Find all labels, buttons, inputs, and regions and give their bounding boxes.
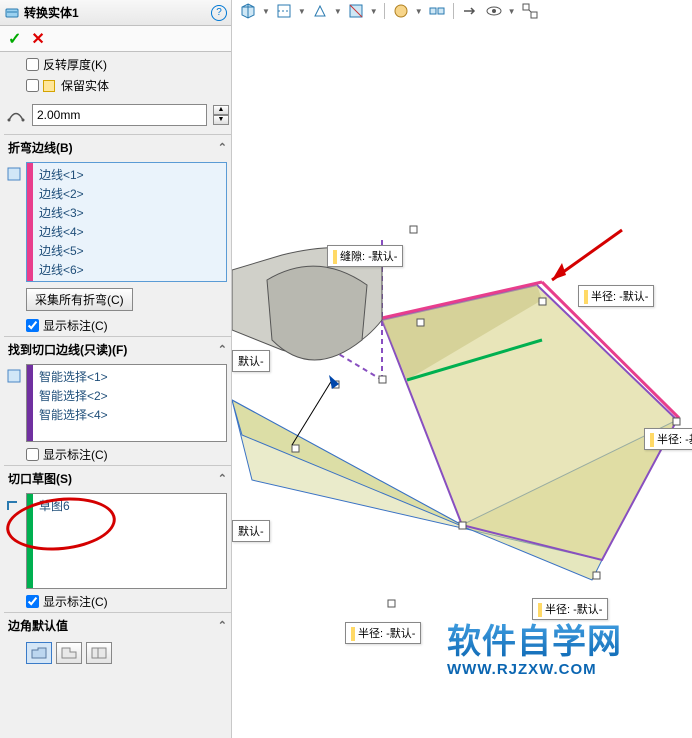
bend-edges-title: 折弯边线(B) — [8, 139, 73, 156]
list-item[interactable]: 智能选择<4> — [35, 405, 224, 424]
rip-sketch-list[interactable]: 草图6 — [26, 493, 227, 589]
rip-sketch-header[interactable]: 切口草图(S) ⌃ — [4, 465, 231, 491]
thickness-input[interactable] — [32, 104, 207, 126]
keep-solid-row: 保留实体 — [4, 75, 231, 96]
spin-up[interactable]: ▲ — [213, 105, 229, 115]
sketch-show-callout-row: 显示标注(C) — [4, 591, 231, 612]
help-icon[interactable]: ? — [211, 5, 227, 21]
ok-button[interactable]: ✓ — [8, 29, 21, 49]
rip-edges-title: 找到切口边线(只读)(F) — [8, 341, 127, 358]
rip-show-callout-row: 显示标注(C) — [4, 444, 231, 465]
corner-defaults-header[interactable]: 边角默认值 ⌃ — [4, 612, 231, 638]
list-item[interactable]: 边线<4> — [35, 222, 224, 241]
callout-default-1[interactable]: 默认- — [232, 350, 270, 372]
list-item[interactable]: 边线<1> — [35, 165, 224, 184]
rip-edges-list[interactable]: 智能选择<1> 智能选择<2> 智能选择<4> — [26, 364, 227, 442]
sketch-show-callout-checkbox[interactable] — [26, 595, 39, 608]
keep-solid-color-icon — [43, 80, 55, 92]
bend-items: 边线<1> 边线<2> 边线<3> 边线<4> 边线<5> 边线<6> — [33, 163, 226, 281]
list-item[interactable]: 边线<6> — [35, 260, 224, 279]
thickness-icon — [6, 105, 26, 125]
sketch-show-callout-label: 显示标注(C) — [43, 593, 108, 610]
callout-gap[interactable]: 缝隙: -默认- — [327, 245, 403, 267]
callout-radius-bl[interactable]: 半径: -默认- — [345, 622, 421, 644]
chevron-up-icon: ⌃ — [218, 141, 227, 154]
bend-show-callout-checkbox[interactable] — [26, 319, 39, 332]
thickness-row: ▲ ▼ — [4, 100, 231, 130]
model-canvas[interactable] — [232, 0, 692, 738]
rip-show-callout-checkbox[interactable] — [26, 448, 39, 461]
sketch-items: 草图6 — [33, 494, 226, 588]
keep-solid-checkbox[interactable] — [26, 79, 39, 92]
reverse-thickness-row: 反转厚度(K) — [4, 54, 231, 75]
rip-edges-list-icon — [5, 367, 23, 385]
corner-row — [4, 638, 231, 668]
list-item[interactable]: 草图6 — [35, 496, 224, 515]
panel-scroll[interactable]: 反转厚度(K) 保留实体 ▲ ▼ 折弯边线(B) ⌃ 边线<1> 边线<2> — [0, 52, 231, 738]
corner-type-3[interactable] — [86, 642, 112, 664]
list-item[interactable]: 边线<3> — [35, 203, 224, 222]
corner-defaults-title: 边角默认值 — [8, 617, 68, 634]
chevron-up-icon: ⌃ — [218, 343, 227, 356]
rip-sketch-list-icon — [5, 496, 23, 514]
callout-default-2[interactable]: 默认- — [232, 520, 270, 542]
list-item[interactable]: 边线<5> — [35, 241, 224, 260]
bend-edges-header[interactable]: 折弯边线(B) ⌃ — [4, 134, 231, 160]
confirm-row: ✓ ✕ — [0, 26, 231, 52]
list-item[interactable]: 智能选择<1> — [35, 367, 224, 386]
bend-show-callout-row: 显示标注(C) — [4, 315, 231, 336]
list-item[interactable]: 边线<2> — [35, 184, 224, 203]
chevron-up-icon: ⌃ — [218, 619, 227, 632]
collect-bends-button[interactable]: 采集所有折弯(C) — [26, 288, 133, 311]
reverse-thickness-label: 反转厚度(K) — [43, 56, 107, 73]
feature-header: 转换实体1 ? — [0, 0, 231, 26]
graphics-viewport[interactable]: ▼ ▼ ▼ ▼ ▼ ▼ — [232, 0, 692, 738]
list-item[interactable]: 智能选择<2> — [35, 386, 224, 405]
reverse-thickness-checkbox[interactable] — [26, 58, 39, 71]
rip-edges-header[interactable]: 找到切口边线(只读)(F) ⌃ — [4, 336, 231, 362]
bend-edges-list-icon — [5, 165, 23, 183]
corner-type-1[interactable] — [26, 642, 52, 664]
rip-show-callout-label: 显示标注(C) — [43, 446, 108, 463]
keep-solid-label: 保留实体 — [61, 77, 109, 94]
callout-radius-top[interactable]: 半径: -默认- — [578, 285, 654, 307]
bend-show-callout-label: 显示标注(C) — [43, 317, 108, 334]
thickness-spinner: ▲ ▼ — [213, 105, 229, 125]
chevron-up-icon: ⌃ — [218, 472, 227, 485]
bend-edges-list[interactable]: 边线<1> 边线<2> 边线<3> 边线<4> 边线<5> 边线<6> — [26, 162, 227, 282]
rip-sketch-title: 切口草图(S) — [8, 470, 72, 487]
cancel-button[interactable]: ✕ — [31, 29, 44, 49]
feature-title: 转换实体1 — [24, 4, 211, 21]
callout-radius-br[interactable]: 半径: -默认- — [532, 598, 608, 620]
callout-radius-right[interactable]: 半径: -基 — [644, 428, 692, 450]
spin-down[interactable]: ▼ — [213, 115, 229, 125]
rip-items: 智能选择<1> 智能选择<2> 智能选择<4> — [33, 365, 226, 441]
property-panel: 转换实体1 ? ✓ ✕ 反转厚度(K) 保留实体 ▲ ▼ 折弯边线(B) ⌃ — [0, 0, 232, 738]
feature-icon — [4, 5, 20, 21]
corner-type-2[interactable] — [56, 642, 82, 664]
